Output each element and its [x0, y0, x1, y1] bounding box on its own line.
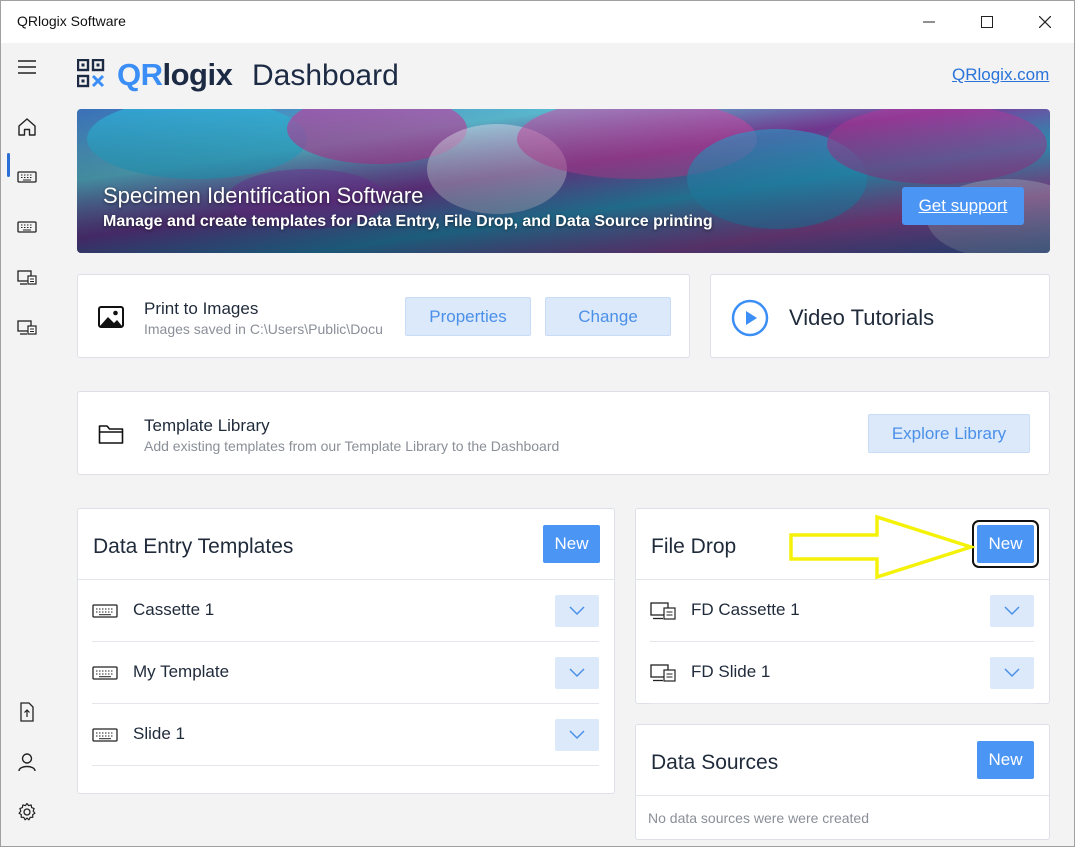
file-drop-title: File Drop: [651, 535, 737, 558]
list-item-label: My Template: [133, 662, 230, 681]
list-item[interactable]: My Template: [92, 642, 599, 704]
nav-home[interactable]: [1, 109, 53, 145]
window-title: QRlogix Software: [17, 13, 126, 29]
keyboard-icon: [92, 728, 118, 742]
list-item[interactable]: FD Cassette 1: [650, 580, 1034, 642]
list-item[interactable]: Slide 1: [92, 704, 599, 766]
library-title: Template Library: [144, 416, 270, 435]
chevron-down-icon: [569, 606, 585, 616]
video-tutorials-card[interactable]: Video Tutorials: [710, 274, 1050, 358]
folder-icon: [98, 425, 124, 444]
nav-data-sources[interactable]: [1, 309, 53, 345]
expand-button[interactable]: [990, 595, 1034, 627]
monitor-drop-icon: [650, 664, 676, 682]
qr-logo-icon: [77, 59, 105, 88]
gear-icon: [18, 802, 36, 821]
chevron-down-icon: [1004, 668, 1020, 678]
expand-button[interactable]: [990, 657, 1034, 689]
minimize-button[interactable]: [900, 1, 958, 43]
printer-title: Print to Images: [144, 299, 259, 318]
play-icon: [731, 299, 769, 337]
nav-rail: [1, 43, 53, 846]
properties-button[interactable]: Properties: [405, 297, 531, 336]
expand-button[interactable]: [555, 657, 599, 689]
menu-button[interactable]: [1, 49, 53, 85]
list-item-label: Cassette 1: [133, 600, 215, 619]
data-sources-new-button[interactable]: New: [977, 741, 1034, 779]
brand-logo-text: QRlogix: [117, 57, 233, 93]
dashboard-content: QRlogix Dashboard QRlogix.com Specimen I…: [53, 43, 1074, 846]
close-icon: [1039, 16, 1051, 28]
keyboard-icon: [92, 666, 118, 680]
printer-subtitle: Images saved in C:\Users\Public\Docu: [144, 321, 383, 337]
brand-qr: QR: [117, 57, 163, 92]
maximize-button[interactable]: [958, 1, 1016, 43]
data-sources-title: Data Sources: [651, 751, 779, 774]
nav-export[interactable]: [1, 694, 53, 730]
file-drop-new-button[interactable]: New: [972, 520, 1039, 568]
data-sources-card: Data Sources New No data sources were we…: [635, 724, 1050, 840]
video-tutorials-title: Video Tutorials: [789, 305, 935, 330]
divider: [636, 795, 1049, 796]
template-library-card: Template Library Add existing templates …: [77, 391, 1050, 475]
hamburger-icon: [18, 60, 36, 74]
qrlogix-link[interactable]: QRlogix.com: [952, 65, 1049, 85]
expand-button[interactable]: [555, 595, 599, 627]
app-window: QRlogix Software QRlogix Dashboard QRlog…: [0, 0, 1075, 847]
minimize-icon: [923, 21, 935, 23]
data-entry-card: Data Entry Templates New Cassette 1 My T…: [77, 508, 615, 794]
library-subtitle: Add existing templates from our Template…: [144, 438, 560, 454]
user-icon: [18, 753, 36, 772]
nav-settings[interactable]: [1, 794, 53, 830]
banner-title: Specimen Identification Software: [103, 183, 424, 208]
change-button[interactable]: Change: [545, 297, 671, 336]
list-item[interactable]: FD Slide 1: [650, 642, 1034, 704]
data-entry-title: Data Entry Templates: [93, 535, 294, 558]
brand-logix: logix: [162, 57, 233, 92]
monitor-drop-icon: [650, 602, 676, 620]
monitor-drop-icon: [17, 320, 37, 335]
close-button[interactable]: [1016, 1, 1074, 43]
nav-templates[interactable]: [1, 209, 53, 245]
banner-artwork: [77, 109, 1050, 253]
divider: [650, 703, 1034, 704]
image-icon: [98, 306, 124, 328]
chevron-down-icon: [1004, 606, 1020, 616]
get-support-button[interactable]: Get support: [902, 187, 1024, 225]
page-title: Dashboard: [252, 59, 399, 92]
list-item[interactable]: Cassette 1: [92, 580, 599, 642]
nav-file-drop[interactable]: [1, 259, 53, 295]
keyboard-icon: [17, 171, 37, 183]
data-sources-empty-text: No data sources were were created: [648, 810, 869, 826]
keyboard-icon: [92, 604, 118, 618]
data-entry-new-button[interactable]: New: [543, 525, 600, 563]
expand-button[interactable]: [555, 719, 599, 751]
annotation-arrow-icon: [789, 514, 975, 580]
nav-account[interactable]: [1, 744, 53, 780]
banner-subtitle: Manage and create templates for Data Ent…: [103, 213, 713, 230]
nav-data-entry[interactable]: [1, 159, 53, 195]
explore-library-button[interactable]: Explore Library: [868, 414, 1030, 453]
home-icon: [18, 118, 36, 136]
export-file-icon: [20, 702, 34, 722]
hero-banner: Specimen Identification Software Manage …: [77, 109, 1050, 253]
chevron-down-icon: [569, 668, 585, 678]
keyboard-icon: [17, 221, 37, 233]
list-item-label: Slide 1: [133, 724, 185, 743]
list-item-label: FD Cassette 1: [691, 600, 800, 619]
maximize-icon: [981, 16, 993, 28]
monitor-drop-icon: [17, 270, 37, 285]
divider: [92, 765, 599, 766]
list-item-label: FD Slide 1: [691, 662, 771, 681]
title-bar: QRlogix Software: [1, 1, 1074, 43]
chevron-down-icon: [569, 730, 585, 740]
printer-card: Print to Images Images saved in C:\Users…: [77, 274, 690, 358]
